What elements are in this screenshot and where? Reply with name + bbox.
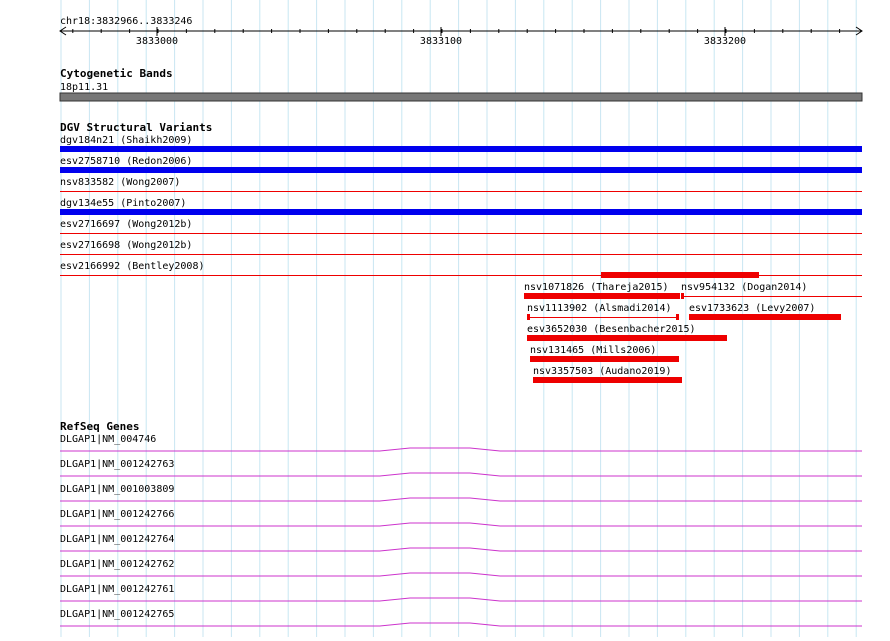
variant-bar-loss[interactable] [533,377,682,383]
gene-model-line[interactable] [60,447,862,452]
gene-label: DLGAP1|NM_001242766 [60,509,174,520]
variant-label: esv2716698 (Wong2012b) [60,240,192,251]
gene-model-line[interactable] [60,597,862,602]
ruler-region-label: chr18:3832966..3833246 [60,16,192,27]
gene-label: DLGAP1|NM_001242761 [60,584,174,595]
variant-label: nsv1113902 (Alsmadi2014) [527,303,672,314]
variant-bar-loss-thin[interactable] [527,317,679,318]
cytoband-bar[interactable] [59,92,863,102]
gene-model-line[interactable] [60,572,862,577]
ruler-tick-label: 3833100 [420,36,462,47]
gene-label: DLGAP1|NM_001242764 [60,534,174,545]
dgv-track[interactable]: DGV Structural Variants dgv184n21 (Shaik… [60,121,862,383]
ruler-tick-label: 3833000 [136,36,178,47]
gene-model-line[interactable] [60,522,862,527]
variant-bar-loss[interactable] [689,314,841,320]
variant-bar-loss[interactable] [530,356,679,362]
variant-label: esv2758710 (Redon2006) [60,156,192,167]
gene-label: DLGAP1|NM_001242763 [60,459,174,470]
variant-label: esv2166992 (Bentley2008) [60,261,205,272]
variant-bar-loss-thin[interactable] [681,296,862,297]
gene-label: DLGAP1|NM_001003809 [60,484,174,495]
gene-model-line[interactable] [60,622,862,627]
variant-bar-gain[interactable] [60,209,862,215]
variant-label: esv2716697 (Wong2012b) [60,219,192,230]
refseq-track-title: RefSeq Genes [60,420,139,433]
variant-bar-gain[interactable] [60,146,862,152]
gene-model-line[interactable] [60,497,862,502]
variant-label: esv3652030 (Besenbacher2015) [527,324,696,335]
variant-bar-loss[interactable] [524,293,680,299]
variant-bar-loss[interactable] [527,335,727,341]
variant-bar-loss-thin[interactable] [60,191,862,192]
gene-model-line[interactable] [60,472,862,477]
variant-label: nsv131465 (Mills2006) [530,345,656,356]
variant-label: nsv833582 (Wong2007) [60,177,180,188]
variant-label: dgv184n21 (Shaikh2009) [60,135,192,146]
gene-label: DLGAP1|NM_004746 [60,434,156,445]
genome-browser-view: chr18:3832966..3833246 3833000 3833100 3… [0,0,890,637]
variant-bar-loss-segment[interactable] [676,314,679,320]
variant-label: nsv1071826 (Thareja2015) [524,282,669,293]
gene-label: DLGAP1|NM_001242765 [60,609,174,620]
variant-label: nsv954132 (Dogan2014) [681,282,807,293]
variant-bar-loss-segment[interactable] [527,314,530,320]
ruler-tick-label: 3833200 [704,36,746,47]
gene-label: DLGAP1|NM_001242762 [60,559,174,570]
genome-browser-canvas: chr18:3832966..3833246 3833000 3833100 3… [59,0,863,637]
refseq-track[interactable]: RefSeq Genes DLGAP1|NM_004746 DLGAP1|NM_… [60,420,862,627]
cytoband-label: 18p11.31 [60,82,108,93]
variant-label: esv1733623 (Levy2007) [689,303,815,314]
variant-label: dgv134e55 (Pinto2007) [60,198,186,209]
dgv-track-title: DGV Structural Variants [60,121,212,134]
variant-bar-loss-thin[interactable] [60,233,862,234]
cytoband-track-title: Cytogenetic Bands [60,67,173,80]
variant-bar-loss-thin[interactable] [60,254,862,255]
ruler: chr18:3832966..3833246 3833000 3833100 3… [59,16,863,47]
gene-model-line[interactable] [60,547,862,552]
variant-bar-gain[interactable] [60,167,862,173]
cytoband-track[interactable]: Cytogenetic Bands 18p11.31 [59,67,863,102]
variant-bar-loss-segment[interactable] [681,293,684,299]
variant-label: nsv3357503 (Audano2019) [533,366,671,377]
variant-bar-loss[interactable] [601,272,759,278]
